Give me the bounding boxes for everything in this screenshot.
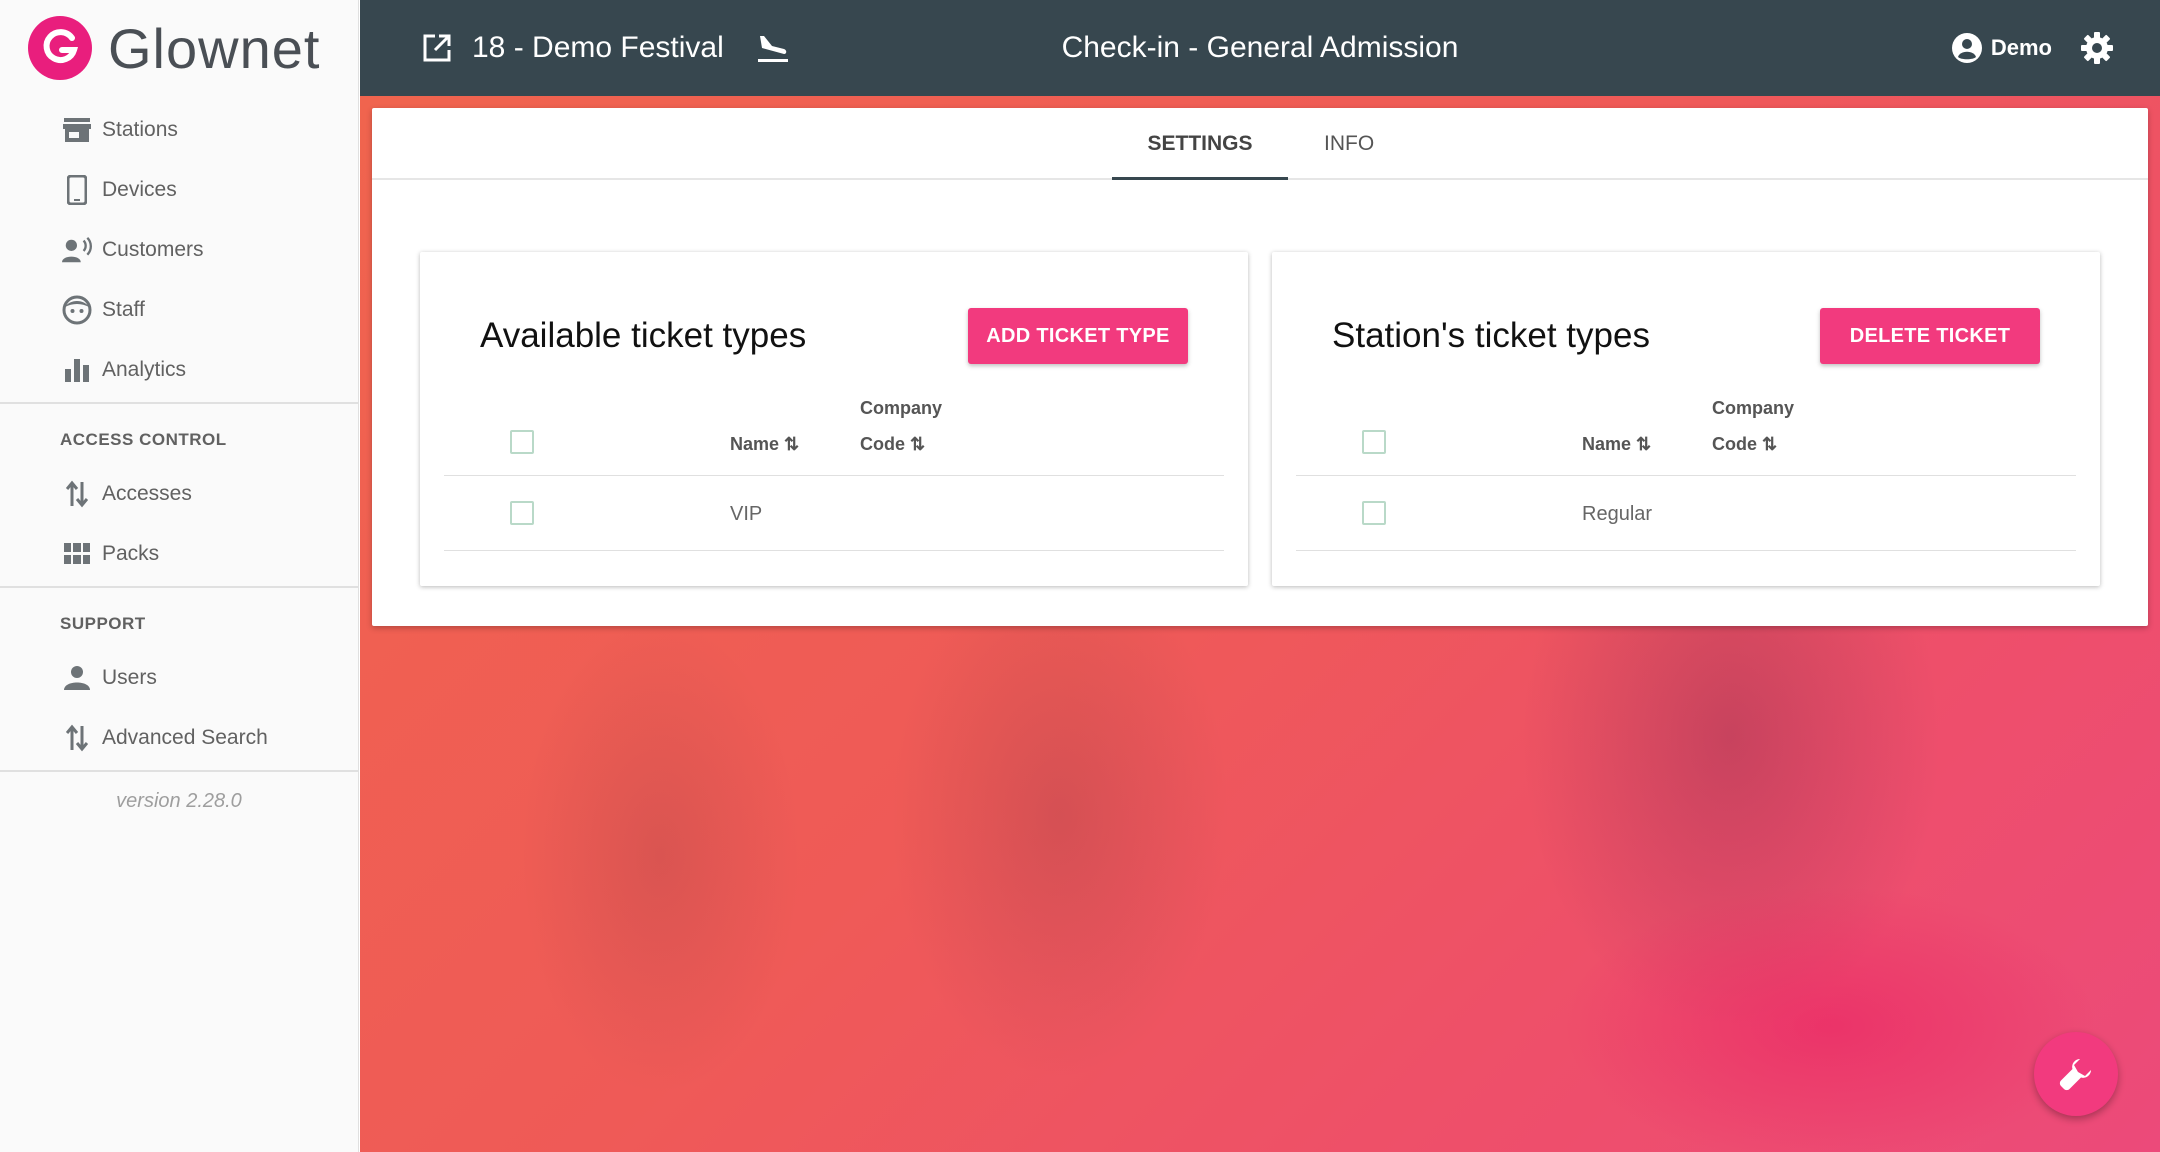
brand[interactable]: Glownet (0, 0, 358, 96)
sidebar-item-users[interactable]: Users (0, 648, 358, 708)
glownet-logo-icon (28, 16, 92, 80)
tab-bar: SETTINGS INFO (372, 108, 2148, 180)
sidebar-item-label: Staff (102, 298, 145, 321)
column-header-name[interactable]: Name ⇅ (730, 434, 799, 455)
column-header-company-code[interactable]: Code ⇅ (1712, 434, 1777, 455)
sidebar-item-staff[interactable]: Staff (0, 280, 358, 340)
sidebar-item-devices[interactable]: Devices (0, 160, 358, 220)
select-all-checkbox[interactable] (1362, 430, 1386, 454)
customer-voice-icon (62, 235, 92, 265)
select-all-checkbox[interactable] (510, 430, 534, 454)
section-title-access-control: ACCESS CONTROL (60, 430, 227, 449)
column-header-company-line1: Company (860, 398, 943, 418)
table-header-row: Name ⇅ Company Code ⇅ (444, 392, 1224, 476)
topbar: 18 - Demo Festival Check-in - General Ad… (360, 0, 2160, 96)
available-ticket-types-panel: Available ticket types ADD TICKET TYPE N… (420, 252, 1248, 586)
panel-title: Station's ticket types (1332, 316, 1650, 355)
sidebar-item-label: Packs (102, 542, 160, 565)
gear-icon[interactable] (2080, 31, 2114, 65)
station-ticket-types-panel: Station's ticket types DELETE TICKET Nam… (1272, 252, 2100, 586)
face-icon (62, 295, 92, 325)
brand-name: Glownet (108, 16, 321, 80)
tab-settings[interactable]: SETTINGS (1112, 108, 1288, 180)
event-selector[interactable]: 18 - Demo Festival (422, 0, 790, 96)
table-row[interactable]: VIP (444, 477, 1224, 551)
flight-land-icon[interactable] (756, 32, 790, 64)
section-title-support: SUPPORT (60, 614, 146, 633)
grid-icon (62, 539, 92, 569)
divider (0, 770, 358, 772)
swap-vertical-icon (62, 723, 92, 753)
swap-vertical-icon (62, 479, 92, 509)
sidebar-item-label: Advanced Search (102, 726, 268, 749)
station-settings-card: SETTINGS INFO Available ticket types ADD… (372, 108, 2148, 626)
row-checkbox[interactable] (1362, 501, 1386, 525)
account-circle-icon[interactable] (1951, 32, 1983, 64)
tab-info[interactable]: INFO (1324, 108, 1374, 180)
column-header-company-line1: Company (1712, 398, 1795, 418)
bar-chart-icon (62, 355, 92, 385)
user-name[interactable]: Demo (1991, 35, 2052, 61)
phone-icon (62, 175, 92, 205)
cell-name: Regular (1582, 503, 1653, 525)
event-title[interactable]: 18 - Demo Festival (472, 31, 724, 65)
sidebar-item-label: Stations (102, 118, 178, 141)
delete-ticket-button[interactable]: DELETE TICKET (1820, 308, 2040, 364)
sidebar-item-label: Customers (102, 238, 204, 261)
version-label: version 2.28.0 (116, 790, 242, 812)
sidebar-item-label: Users (102, 666, 157, 689)
table-header-row: Name ⇅ Company Code ⇅ (1296, 392, 2076, 476)
add-ticket-type-button[interactable]: ADD TICKET TYPE (968, 308, 1188, 364)
cell-name: VIP (730, 503, 763, 525)
sidebar-item-accesses[interactable]: Accesses (0, 464, 358, 524)
column-header-company-code[interactable]: Code ⇅ (860, 434, 925, 455)
wrench-icon (2058, 1056, 2094, 1092)
open-external-icon[interactable] (422, 33, 452, 63)
sidebar-item-customers[interactable]: Customers (0, 220, 358, 280)
column-header-name[interactable]: Name ⇅ (1582, 434, 1651, 455)
sidebar-item-label: Analytics (102, 358, 187, 381)
sidebar-item-stations[interactable]: Stations (0, 100, 358, 160)
row-checkbox[interactable] (510, 501, 534, 525)
tools-fab-button[interactable] (2034, 1032, 2118, 1116)
sidebar-item-label: Accesses (102, 482, 192, 505)
person-icon (62, 663, 92, 693)
store-icon (62, 115, 92, 145)
sidebar-item-label: Devices (102, 178, 177, 201)
sidebar-item-advanced-search[interactable]: Advanced Search (0, 708, 358, 768)
panel-title: Available ticket types (480, 316, 807, 355)
sidebar: Glownet Stations Devices Customers Staff (0, 0, 359, 1152)
table-row[interactable]: Regular (1296, 477, 2076, 551)
